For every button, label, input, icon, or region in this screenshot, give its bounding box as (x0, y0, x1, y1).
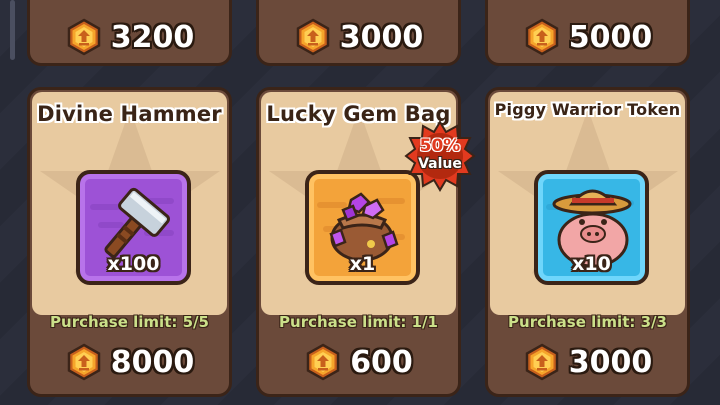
top-card-3[interactable]: 5000 (485, 0, 690, 66)
price: 3000 (339, 19, 424, 55)
coin-icon (296, 18, 329, 56)
item-quantity: x100 (107, 253, 160, 275)
value-badge: 50% Value (404, 120, 476, 192)
item-title: Piggy Warrior Token (494, 100, 681, 119)
purchase-limit: Purchase limit: 1/1 (279, 313, 438, 331)
price: 5000 (568, 19, 653, 55)
buy-button[interactable]: 8000 (30, 340, 229, 384)
coin-icon (306, 343, 340, 381)
item-quantity: x10 (572, 253, 611, 275)
price-row: 3200 (30, 15, 229, 59)
coin-icon (67, 343, 100, 381)
price: 3000 (568, 344, 653, 380)
coin-icon (525, 18, 558, 56)
purchase-limit: Purchase limit: 3/3 (508, 313, 667, 331)
card-body: Piggy Warrior Token x10 (490, 92, 685, 315)
top-card-1[interactable]: 3200 (27, 0, 232, 66)
price: 3200 (110, 19, 195, 55)
item-quantity: x1 (349, 253, 376, 275)
scrollbar-thumb[interactable] (10, 0, 15, 60)
price: 8000 (110, 344, 195, 380)
price-row: 3000 (259, 15, 458, 59)
item-frame: x100 (76, 170, 191, 285)
item-frame: x1 (305, 170, 420, 285)
badge-percent: 50% (419, 136, 461, 156)
coin-icon (67, 18, 100, 56)
shop-card-piggy-warrior-token[interactable]: Piggy Warrior Token x10 Purchase limit: … (485, 87, 690, 397)
price-row: 5000 (488, 15, 687, 59)
purchase-limit: Purchase limit: 5/5 (50, 313, 209, 331)
coin-icon (525, 343, 558, 381)
item-title: Divine Hammer (37, 102, 222, 126)
buy-button[interactable]: 600 (259, 340, 458, 384)
shop-card-divine-hammer[interactable]: Divine Hammer x100 Purchase limit: 5/5 8 (27, 87, 232, 397)
item-frame: x10 (534, 170, 649, 285)
card-body: Divine Hammer x100 (32, 92, 227, 315)
price: 600 (350, 344, 413, 380)
badge-label: Value (418, 156, 462, 172)
badge-text: 50% Value (404, 137, 476, 173)
top-card-2[interactable]: 3000 (256, 0, 461, 66)
buy-button[interactable]: 3000 (488, 340, 687, 384)
